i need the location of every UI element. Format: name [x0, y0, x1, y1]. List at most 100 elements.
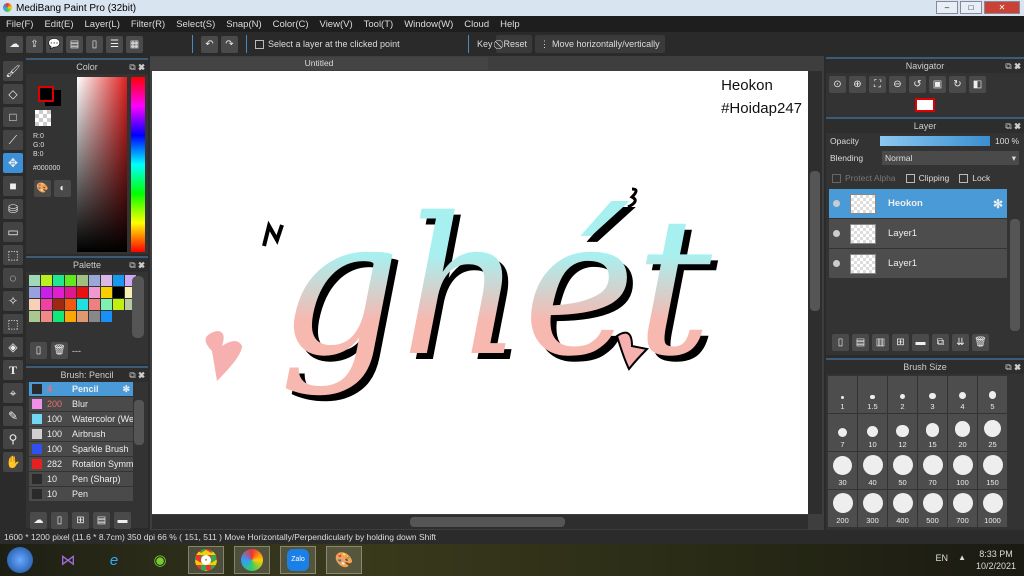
palette-swatch[interactable]: [29, 275, 40, 286]
palette-swatch[interactable]: [77, 287, 88, 298]
brush-size-option[interactable]: 2: [888, 376, 917, 413]
brush-item[interactable]: 4 Pencil ✻: [29, 382, 133, 397]
new-palette-icon[interactable]: ▯: [30, 342, 47, 359]
select-rect-tool-icon[interactable]: ⬚: [3, 245, 23, 265]
palette-swatch[interactable]: [101, 275, 112, 286]
panel-close-icon[interactable]: ⧉ ✖: [129, 368, 145, 382]
start-button[interactable]: [0, 546, 40, 574]
maximize-button[interactable]: □: [960, 1, 982, 14]
palette-swatch[interactable]: [101, 287, 112, 298]
layer-scrollbar[interactable]: [1010, 219, 1020, 331]
brush-size-option[interactable]: 1: [828, 376, 857, 413]
share-icon[interactable]: ⇪: [26, 35, 43, 53]
palette-swatch[interactable]: [65, 299, 76, 310]
palette-swatch[interactable]: [77, 311, 88, 322]
palette-swatch[interactable]: [101, 299, 112, 310]
panel-close-icon[interactable]: ⧉ ✖: [1005, 119, 1021, 133]
palette-swatch[interactable]: [77, 299, 88, 310]
layer-row[interactable]: Layer1: [829, 219, 1007, 250]
undo-button[interactable]: ↶: [201, 35, 218, 53]
saturation-value-picker[interactable]: [77, 77, 127, 252]
hand-tool-icon[interactable]: ✋: [3, 452, 23, 472]
clipping-checkbox[interactable]: Clipping: [905, 173, 949, 184]
palette-icon[interactable]: 🎨: [34, 180, 51, 197]
panel-close-icon[interactable]: ⧉ ✖: [129, 60, 145, 74]
brush-size-option[interactable]: 25: [978, 414, 1007, 451]
palette-swatch[interactable]: [29, 287, 40, 298]
palette-swatch[interactable]: [53, 287, 64, 298]
brush-size-option[interactable]: 20: [948, 414, 977, 451]
transparent-swatch[interactable]: [35, 110, 51, 126]
clock[interactable]: 8:33 PM 10/2/2021: [976, 548, 1016, 572]
menu-cloud[interactable]: Cloud: [464, 19, 489, 30]
rectangle-tool-icon[interactable]: □: [3, 107, 23, 127]
chrome-icon[interactable]: [188, 546, 224, 574]
visual-studio-icon[interactable]: ⋈: [50, 546, 86, 574]
palette-swatch[interactable]: [65, 275, 76, 286]
fit-icon[interactable]: ⛶: [869, 76, 886, 93]
close-button[interactable]: ✕: [984, 1, 1020, 14]
eraser-tool-icon[interactable]: ◇: [3, 84, 23, 104]
palette-swatch[interactable]: [65, 311, 76, 322]
magic-wand-tool-icon[interactable]: ✧: [3, 291, 23, 311]
panel-close-icon[interactable]: ⧉ ✖: [129, 258, 145, 272]
operation-tool-icon[interactable]: ⌖: [3, 383, 23, 403]
menu-select[interactable]: Select(S): [176, 19, 215, 30]
bucket-tool-icon[interactable]: ⛁: [3, 199, 23, 219]
visibility-toggle[interactable]: [833, 200, 840, 208]
palette-swatch[interactable]: [53, 275, 64, 286]
new-layer-icon[interactable]: ▯: [832, 334, 849, 351]
brush-size-option[interactable]: 3: [918, 376, 947, 413]
divide-tool-icon[interactable]: ✎: [3, 406, 23, 426]
new-1bit-layer-icon[interactable]: ▥: [872, 334, 889, 351]
new-halftone-layer-icon[interactable]: ▤: [852, 334, 869, 351]
menu-snap[interactable]: Snap(N): [226, 19, 261, 30]
redo-button[interactable]: ↷: [221, 35, 238, 53]
brush-size-option[interactable]: 150: [978, 452, 1007, 489]
palette-swatch[interactable]: [89, 275, 100, 286]
palette-swatch[interactable]: [41, 287, 52, 298]
brush-size-option[interactable]: 50: [888, 452, 917, 489]
add-layer-dropdown-icon[interactable]: ⊞: [892, 334, 909, 351]
palette-swatch[interactable]: [41, 299, 52, 310]
menu-file[interactable]: File(F): [6, 19, 33, 30]
zoom-in-icon[interactable]: ⊕: [849, 76, 866, 93]
drawing-canvas[interactable]: Heokon #Hoidap247 ghét ghét: [152, 71, 808, 514]
cloud-icon[interactable]: ☁: [6, 35, 23, 53]
palette-swatch[interactable]: [77, 275, 88, 286]
brush-size-option[interactable]: 1000: [978, 490, 1007, 527]
eyedropper-tool-icon[interactable]: ⚲: [3, 429, 23, 449]
brush-size-option[interactable]: 100: [948, 452, 977, 489]
layer-row[interactable]: Layer1: [829, 249, 1007, 280]
fill-rect-tool-icon[interactable]: ■: [3, 176, 23, 196]
palette-scrollbar[interactable]: [132, 276, 144, 338]
blending-select[interactable]: Normal ▾: [882, 151, 1019, 165]
menu-color[interactable]: Color(C): [273, 19, 309, 30]
horizontal-scrollbar[interactable]: [152, 515, 808, 529]
brush-item[interactable]: 100 Watercolor (Wet): [29, 412, 133, 427]
navigator-preview[interactable]: [915, 98, 935, 112]
brush-size-option[interactable]: 12: [888, 414, 917, 451]
visibility-toggle[interactable]: [833, 230, 840, 238]
palette-swatch[interactable]: [41, 311, 52, 322]
zoom-out-icon[interactable]: ⊖: [889, 76, 906, 93]
rotate-right-icon[interactable]: ↻: [949, 76, 966, 93]
medibang-taskbar-icon[interactable]: [234, 546, 270, 574]
brush-size-option[interactable]: 70: [918, 452, 947, 489]
palette-swatch[interactable]: [29, 299, 40, 310]
palette-swatch[interactable]: [113, 287, 124, 298]
flip-icon[interactable]: ◧: [969, 76, 986, 93]
internet-explorer-icon[interactable]: e: [96, 546, 132, 574]
brush-scrollbar[interactable]: [134, 400, 144, 445]
comment-icon[interactable]: 💬: [46, 35, 63, 53]
brush-size-option[interactable]: 4: [948, 376, 977, 413]
merge-layer-icon[interactable]: ⇊: [952, 334, 969, 351]
menu-edit[interactable]: Edit(E): [44, 19, 73, 30]
reset-rotation-icon[interactable]: ▣: [929, 76, 946, 93]
brush-size-option[interactable]: 500: [918, 490, 947, 527]
palette-swatch[interactable]: [113, 275, 124, 286]
palette-swatch[interactable]: [41, 275, 52, 286]
note-icon[interactable]: ▤: [66, 35, 83, 53]
grid-icon[interactable]: ▦: [126, 35, 143, 53]
document-icon[interactable]: ▯: [86, 35, 103, 53]
